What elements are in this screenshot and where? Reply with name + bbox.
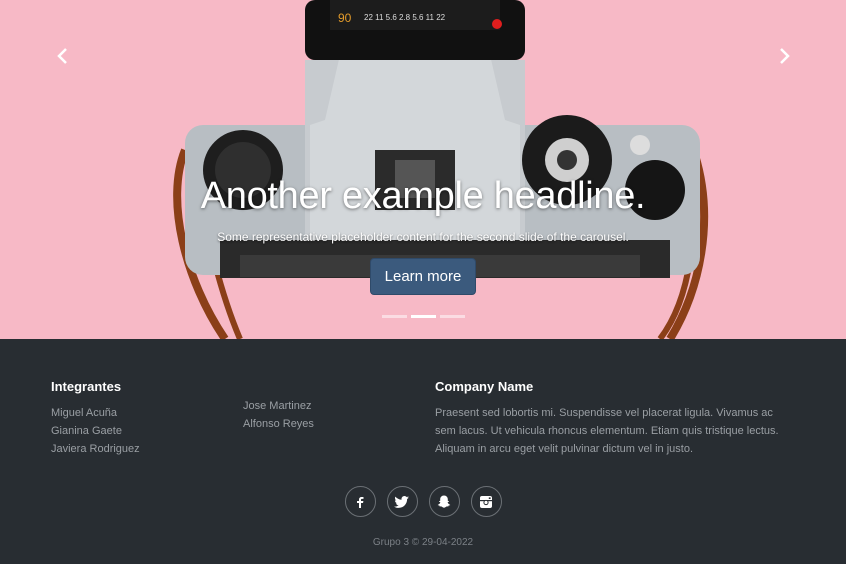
instagram-button[interactable] [470,486,502,517]
site-footer: Integrantes Miguel Acuña Gianina Gaete J… [0,339,846,564]
slide-headline: Another example headline. [200,175,646,217]
indicator-slide-2[interactable] [410,315,436,318]
facebook-icon [357,496,364,508]
members-column-1: Integrantes Miguel Acuña Gianina Gaete J… [51,379,140,458]
svg-text:22 11 5.6 2.8 5.6 11 22: 22 11 5.6 2.8 5.6 11 22 [364,13,446,22]
company-column: Company Name Praesent sed lobortis mi. S… [435,379,795,458]
twitter-button[interactable] [386,486,418,517]
instagram-icon [480,495,492,508]
copyright-text: Grupo 3 © 29-04-2022 [372,537,474,548]
snapchat-icon [437,495,451,508]
company-title: Company Name [435,379,534,394]
hero-carousel: 90 22 11 5.6 2.8 5.6 11 22 Another examp… [0,0,846,339]
member-name: Miguel Acuña [51,407,118,419]
member-name: Alfonso Reyes [243,418,314,430]
member-name: Gianina Gaete [51,425,122,437]
company-description: Praesent sed lobortis mi. Suspendisse ve… [435,407,779,455]
members-title: Integrantes [51,379,122,394]
chevron-right-icon [780,48,790,64]
member-name: Javiera Rodriguez [51,443,140,455]
learn-more-button[interactable]: Learn more [369,258,477,295]
carousel-indicators [0,315,846,318]
slide-subtext: Some representative placeholder content … [217,230,629,244]
twitter-icon [394,495,409,508]
snapchat-button[interactable] [428,486,460,517]
members-column-2: Jose Martinez Alfonso Reyes [243,397,314,433]
social-links [0,486,846,517]
chevron-left-icon [57,48,67,64]
carousel-prev-button[interactable] [50,44,74,68]
indicator-slide-1[interactable] [381,315,407,318]
facebook-button[interactable] [344,486,376,517]
svg-text:90: 90 [338,11,352,25]
carousel-caption: Another example headline. Some represent… [0,175,846,295]
carousel-next-button[interactable] [773,44,797,68]
indicator-slide-3[interactable] [439,315,465,318]
member-name: Jose Martinez [243,400,312,412]
